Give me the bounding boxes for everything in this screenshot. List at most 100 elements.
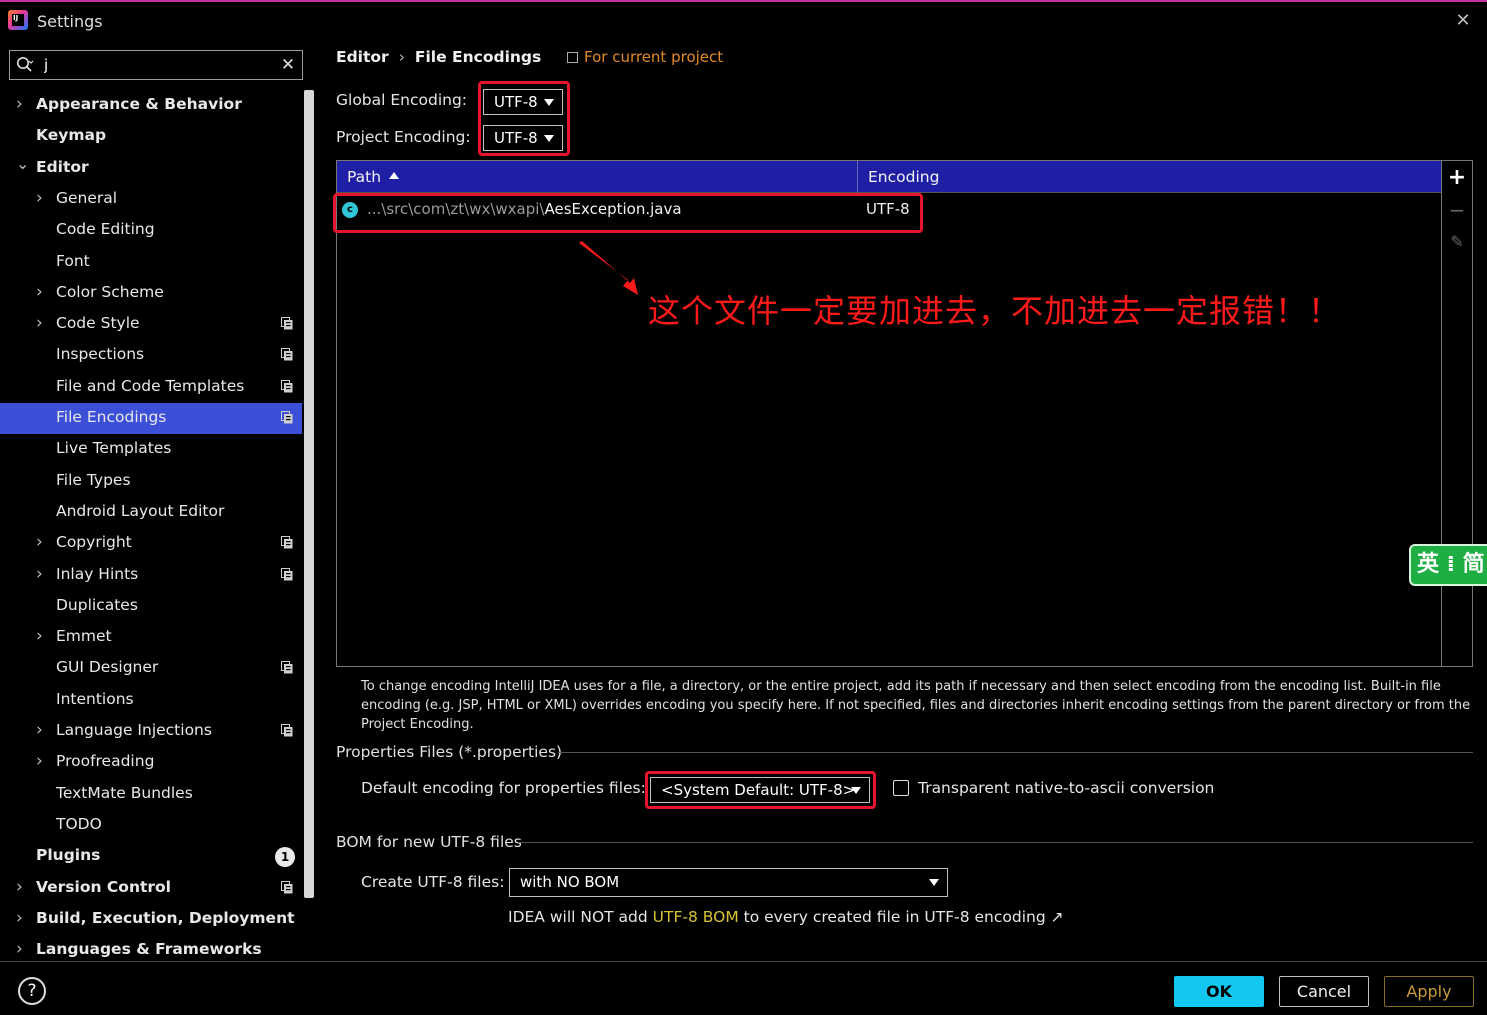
settings-search-box[interactable]: ✕ [9, 50, 303, 80]
tree-item-editor[interactable]: ⌄ Editor [0, 153, 302, 184]
chevron-right-icon[interactable]: › [16, 908, 30, 928]
create-utf8-dropdown[interactable]: with NO BOM [509, 868, 948, 897]
tree-item-label: Font [56, 251, 90, 270]
dropdown-arrow-icon [851, 787, 861, 794]
tree-item-language-injections[interactable]: › Language Injections [0, 716, 302, 747]
tree-item-label: Language Injections [56, 721, 212, 739]
chevron-right-icon[interactable]: › [36, 188, 50, 208]
clear-search-button[interactable]: ✕ [278, 54, 298, 76]
global-encoding-dropdown[interactable]: UTF-8 [483, 89, 563, 115]
cancel-button[interactable]: Cancel [1279, 976, 1369, 1007]
column-divider[interactable] [857, 161, 858, 193]
tree-item-label: File Encodings [56, 408, 167, 426]
properties-encoding-label: Default encoding for properties files: [361, 779, 646, 797]
tree-item-build-execution-deployment[interactable]: › Build, Execution, Deployment [0, 904, 302, 935]
tree-item-android-layout-editor[interactable]: Android Layout Editor [0, 497, 302, 528]
bom-section-title: BOM for new UTF-8 files [336, 833, 522, 851]
tree-scrollbar[interactable] [304, 90, 314, 898]
tree-item-label: Live Templates [56, 439, 172, 458]
dropdown-arrow-icon [544, 135, 554, 142]
tree-item-code-style[interactable]: › Code Style [0, 309, 302, 340]
tree-item-label: Intentions [56, 689, 134, 708]
tree-item-copyright[interactable]: › Copyright [0, 528, 302, 559]
chevron-right-icon[interactable]: › [16, 939, 30, 959]
chevron-right-icon[interactable]: › [36, 720, 50, 740]
add-path-button[interactable]: + [1442, 163, 1472, 193]
chevron-right-icon[interactable]: › [36, 626, 50, 646]
project-encoding-dropdown[interactable]: UTF-8 [483, 125, 563, 151]
project-encoding-value: UTF-8 [494, 129, 538, 147]
project-scope-icon [281, 661, 293, 674]
tree-item-label: Languages & Frameworks [36, 940, 262, 959]
tree-item-label: Appearance & Behavior [36, 95, 242, 113]
create-utf8-label: Create UTF-8 files: [361, 873, 505, 891]
tree-item-emmet[interactable]: › Emmet [0, 622, 302, 653]
edit-path-icon[interactable]: ✎ [1442, 227, 1472, 257]
tree-item-proofreading[interactable]: › Proofreading [0, 747, 302, 778]
chevron-right-icon[interactable]: › [36, 564, 50, 584]
search-icon [17, 57, 34, 72]
tree-item-file-encodings[interactable]: File Encodings [0, 403, 302, 434]
tree-item-label: Copyright [56, 533, 132, 552]
tree-item-label: GUI Designer [56, 658, 159, 677]
apply-button[interactable]: Apply [1384, 976, 1474, 1007]
file-encoding-table[interactable]: Path Encoding c ...\src\com\zt\wx\wxapi\… [336, 160, 1442, 667]
ime-status-badge[interactable]: 英 ⁞ 简 [1409, 544, 1487, 586]
ok-button[interactable]: OK [1174, 976, 1264, 1007]
tree-item-file-types[interactable]: File Types [0, 466, 302, 497]
chevron-right-icon[interactable]: › [36, 282, 50, 302]
project-scope-icon [281, 411, 293, 424]
tree-item-gui-designer[interactable]: GUI Designer [0, 653, 302, 684]
tree-item-duplicates[interactable]: Duplicates [0, 591, 302, 622]
tree-item-keymap[interactable]: Keymap [0, 121, 302, 152]
tree-item-textmate-bundles[interactable]: TextMate Bundles [0, 779, 302, 810]
section-divider [518, 842, 1473, 843]
tree-item-appearance-behavior[interactable]: › Appearance & Behavior [0, 90, 302, 121]
search-input[interactable] [44, 54, 274, 76]
tree-item-plugins[interactable]: Plugins 1 [0, 841, 302, 872]
tree-item-label: General [56, 188, 118, 207]
close-window-button[interactable]: ✕ [1452, 10, 1474, 32]
tree-item-font[interactable]: Font [0, 247, 302, 278]
global-encoding-value: UTF-8 [494, 93, 538, 111]
table-header: Path Encoding [337, 161, 1441, 193]
project-scope-icon [567, 52, 578, 63]
dropdown-arrow-icon [544, 99, 554, 106]
chevron-right-icon[interactable]: › [16, 877, 30, 897]
breadcrumb-parent[interactable]: Editor [336, 48, 389, 66]
column-header-encoding[interactable]: Encoding [868, 168, 939, 186]
tree-item-inlay-hints[interactable]: › Inlay Hints [0, 560, 302, 591]
tree-item-label: Build, Execution, Deployment [36, 908, 295, 927]
title-bar: IJ Settings ✕ [0, 0, 1487, 40]
window-title: Settings [37, 12, 103, 31]
tree-item-color-scheme[interactable]: › Color Scheme [0, 278, 302, 309]
transparent-conversion-label[interactable]: Transparent native-to-ascii conversion [918, 779, 1214, 797]
remove-path-button[interactable]: − [1442, 195, 1472, 225]
tree-item-version-control[interactable]: › Version Control [0, 873, 302, 904]
tree-item-label: Version Control [36, 877, 171, 896]
help-button[interactable]: ? [18, 977, 46, 1005]
tree-item-file-and-code-templates[interactable]: File and Code Templates [0, 372, 302, 403]
project-scope-icon [281, 567, 293, 580]
tree-item-inspections[interactable]: Inspections [0, 340, 302, 371]
tree-item-intentions[interactable]: Intentions [0, 685, 302, 716]
tree-item-label: Proofreading [56, 752, 155, 771]
intellij-logo-icon: IJ [8, 10, 28, 30]
encoding-help-text: To change encoding IntelliJ IDEA uses fo… [361, 679, 1471, 732]
utf8-bom-link[interactable]: UTF-8 BOM [653, 908, 739, 926]
tree-item-label: TODO [56, 814, 102, 833]
column-header-path[interactable]: Path [347, 168, 400, 186]
chevron-down-icon[interactable]: ⌄ [16, 154, 30, 173]
tree-item-live-templates[interactable]: Live Templates [0, 434, 302, 465]
chevron-right-icon[interactable]: › [36, 313, 50, 333]
tree-item-general[interactable]: › General [0, 184, 302, 215]
properties-encoding-dropdown[interactable]: <System Default: UTF-8> [650, 777, 870, 803]
project-encoding-label: Project Encoding: [336, 128, 471, 146]
chevron-right-icon[interactable]: › [16, 94, 30, 114]
chevron-right-icon[interactable]: › [36, 532, 50, 552]
tree-item-label: Editor [36, 157, 89, 176]
tree-item-code-editing[interactable]: Code Editing [0, 215, 302, 246]
transparent-conversion-checkbox[interactable] [893, 780, 909, 796]
chevron-right-icon[interactable]: › [36, 751, 50, 771]
tree-item-todo[interactable]: TODO [0, 810, 302, 841]
